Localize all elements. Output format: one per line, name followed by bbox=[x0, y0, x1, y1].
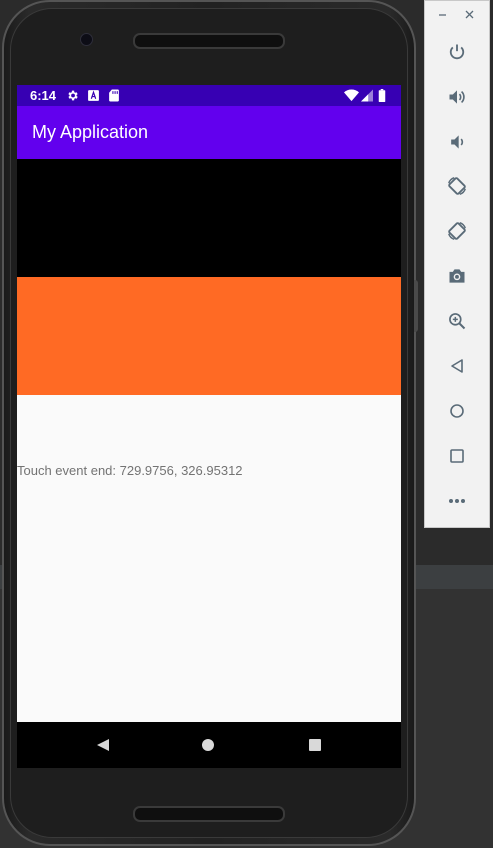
zoom-button[interactable] bbox=[445, 309, 469, 333]
triangle-back-icon bbox=[97, 739, 109, 751]
close-button[interactable] bbox=[462, 7, 476, 21]
home-icon bbox=[450, 404, 464, 418]
navigation-bar bbox=[17, 722, 401, 768]
device-screen[interactable]: 6:14 My Application Touch event end: 729… bbox=[17, 85, 401, 768]
overview-icon bbox=[450, 449, 464, 463]
power-icon bbox=[449, 44, 465, 60]
battery-icon bbox=[378, 89, 386, 102]
emulator-home-button[interactable] bbox=[445, 399, 469, 423]
volume-down-button[interactable] bbox=[445, 130, 469, 154]
back-button[interactable] bbox=[93, 735, 113, 755]
volume-down-icon bbox=[451, 135, 464, 149]
touch-event-text: Touch event end: 729.9756, 326.95312 bbox=[17, 463, 243, 478]
top-speaker bbox=[133, 33, 285, 49]
volume-up-icon bbox=[449, 90, 465, 104]
minimize-icon bbox=[438, 13, 446, 16]
back-icon bbox=[451, 359, 463, 373]
home-button[interactable] bbox=[198, 735, 218, 755]
emulator-overview-button[interactable] bbox=[445, 444, 469, 468]
rotate-left-button[interactable] bbox=[445, 174, 469, 198]
recents-button[interactable] bbox=[305, 735, 325, 755]
rotate-right-icon bbox=[448, 222, 466, 240]
app-bar: My Application bbox=[17, 106, 401, 159]
power-button[interactable] bbox=[445, 40, 469, 64]
status-bar: 6:14 bbox=[17, 85, 401, 106]
black-panel[interactable] bbox=[17, 159, 401, 277]
bottom-speaker bbox=[133, 806, 285, 822]
font-a-icon bbox=[88, 90, 99, 101]
volume-up-button[interactable] bbox=[445, 85, 469, 109]
app-title: My Application bbox=[32, 122, 149, 142]
rotate-right-button[interactable] bbox=[445, 219, 469, 243]
more-button[interactable] bbox=[445, 489, 469, 513]
close-icon bbox=[465, 10, 473, 18]
orange-panel[interactable] bbox=[17, 277, 401, 395]
minimize-button[interactable] bbox=[435, 7, 449, 21]
signal-icon bbox=[361, 89, 373, 102]
front-camera bbox=[80, 33, 93, 46]
gear-icon bbox=[68, 90, 78, 101]
more-dots-icon bbox=[449, 499, 465, 503]
rotate-left-icon bbox=[448, 177, 466, 195]
emulator-toolbar bbox=[424, 0, 490, 528]
phone-side-button bbox=[414, 280, 418, 332]
wifi-icon bbox=[344, 89, 359, 102]
circle-home-icon bbox=[202, 739, 214, 751]
camera-icon bbox=[449, 269, 465, 283]
sd-card-icon bbox=[109, 89, 119, 102]
status-time: 6:14 bbox=[30, 88, 57, 103]
screenshot-button[interactable] bbox=[445, 264, 469, 288]
emulator-back-button[interactable] bbox=[445, 354, 469, 378]
zoom-icon bbox=[449, 313, 466, 330]
square-recents-icon bbox=[309, 739, 321, 751]
